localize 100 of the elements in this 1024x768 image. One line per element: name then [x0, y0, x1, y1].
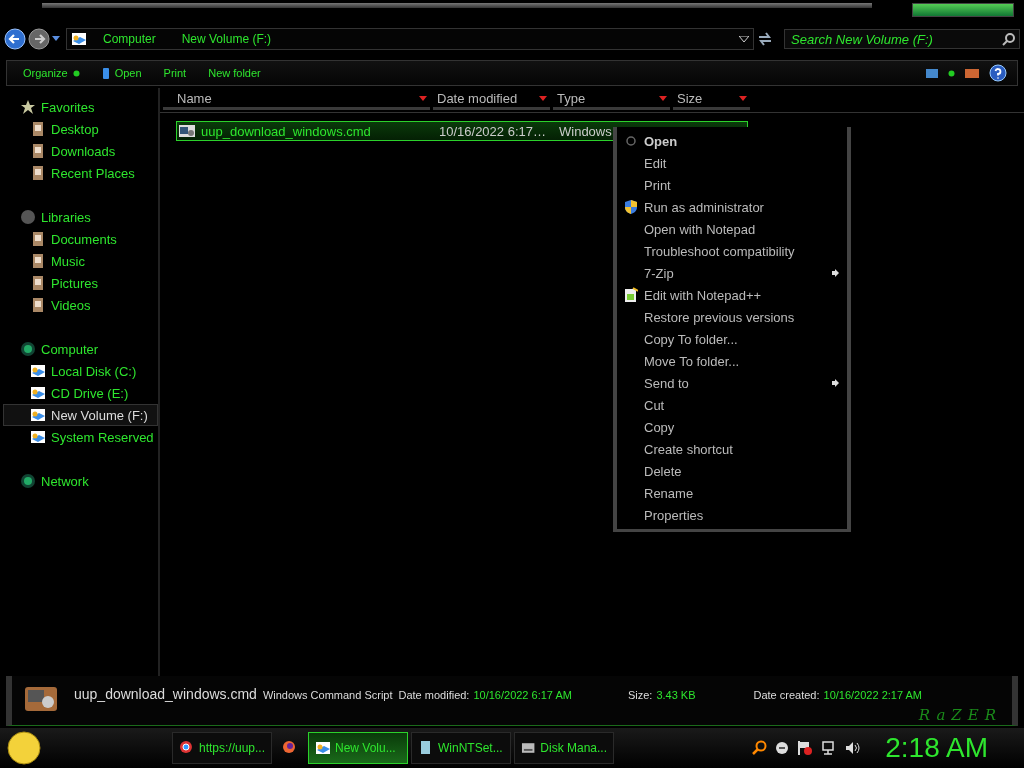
sidebar-header[interactable]: Computer	[0, 338, 158, 360]
toolbar-button[interactable]: New folder	[202, 65, 267, 81]
menu-item[interactable]: Create shortcut	[617, 438, 847, 460]
file-type: Windows Command Script	[262, 689, 393, 701]
date-cell-text: 10/16/2022 6:17…	[439, 123, 547, 139]
drive-icon	[30, 429, 46, 445]
folder-icon	[30, 253, 46, 269]
address-bar[interactable]: Computer New Volume (F:)	[66, 28, 754, 50]
sidebar-item[interactable]: System Reserved	[0, 426, 158, 448]
detail-value: 10/16/2022 6:17 AM	[473, 689, 572, 701]
menu-item[interactable]: Rename	[617, 482, 847, 504]
menu-item[interactable]: Delete	[617, 460, 847, 482]
menu-item[interactable]: Run as administrator	[617, 196, 847, 218]
menu-item[interactable]: Edit	[617, 152, 847, 174]
dropdown-icon[interactable]	[739, 35, 749, 43]
dot-icon[interactable]	[948, 69, 955, 77]
sidebar-item[interactable]: Music	[0, 250, 158, 272]
sidebar-item[interactable]: Videos	[0, 294, 158, 316]
column-header[interactable]: Date modified	[433, 90, 550, 110]
dot-icon	[72, 69, 80, 77]
detail-value: 10/16/2022 2:17 AM	[823, 689, 922, 701]
breadcrumb[interactable]: Computer	[93, 32, 166, 46]
search-icon[interactable]	[751, 740, 768, 756]
column-header[interactable]: Size	[673, 90, 750, 110]
sidebar-header[interactable]: Network	[0, 470, 158, 492]
folder-icon	[30, 275, 46, 291]
menu-item[interactable]: Send to	[617, 372, 847, 394]
folder-icon	[30, 143, 46, 159]
menu-item[interactable]: Restore previous versions	[617, 306, 847, 328]
drive-icon	[30, 363, 46, 379]
menu-item[interactable]: Copy	[617, 416, 847, 438]
sidebar-header[interactable]: Libraries	[0, 206, 158, 228]
sidebar-item[interactable]: Recent Places	[0, 162, 158, 184]
detail-value: 3.43 KB	[656, 689, 696, 701]
back-icon[interactable]	[4, 28, 26, 50]
start-orb-icon[interactable]	[6, 730, 42, 766]
brand-logo: RaZER	[918, 707, 1002, 724]
sidebar-item[interactable]: New Volume (F:)	[3, 404, 158, 426]
sidebar-item[interactable]: Desktop	[0, 118, 158, 140]
star-icon	[20, 99, 36, 115]
type-cell-text: Windows	[559, 123, 613, 139]
taskbar-button[interactable]: https://uup...	[172, 732, 272, 764]
file-icon	[101, 66, 110, 80]
breadcrumb[interactable]: New Volume (F:)	[171, 32, 282, 46]
sidebar-item[interactable]: Documents	[0, 228, 158, 250]
menu-item[interactable]: Troubleshoot compatibility	[617, 240, 847, 262]
taskbar-button[interactable]: Disk Mana...	[514, 732, 614, 764]
sidebar-item[interactable]: Pictures	[0, 272, 158, 294]
script-icon	[24, 684, 58, 714]
detail-label: Size:	[627, 689, 653, 701]
orb-icon	[20, 473, 36, 489]
detail-label: Date modified:	[398, 689, 470, 701]
orb-icon	[20, 341, 36, 357]
drive-icon	[30, 407, 46, 423]
menu-item[interactable]: Properties	[617, 504, 847, 526]
menu-item[interactable]: Edit with Notepad++	[617, 284, 847, 306]
flag-icon[interactable]	[797, 740, 814, 756]
menu-item[interactable]: Move To folder...	[617, 350, 847, 372]
dropdown-icon[interactable]	[52, 36, 60, 42]
sort-arrow-icon[interactable]	[539, 96, 547, 101]
menu-item[interactable]: Print	[617, 174, 847, 196]
sidebar-header[interactable]: Favorites	[0, 96, 158, 118]
search-field[interactable]: Search New Volume (F:)	[784, 29, 1020, 49]
view-icon[interactable]	[926, 68, 938, 78]
sort-arrow-icon[interactable]	[739, 96, 747, 101]
menu-item[interactable]: 7-Zip	[617, 262, 847, 284]
search-icon[interactable]	[1002, 32, 1016, 46]
drive-icon	[71, 31, 87, 47]
folder-icon	[30, 165, 46, 181]
refresh-icon[interactable]	[756, 30, 774, 48]
sidebar-item[interactable]: CD Drive (E:)	[0, 382, 158, 404]
column-header[interactable]: Type	[553, 90, 670, 110]
menu-item[interactable]: Cut	[617, 394, 847, 416]
volume-icon[interactable]	[845, 740, 862, 756]
notepad-icon	[623, 287, 638, 303]
taskbar-button[interactable]: WinNTSet...	[411, 732, 511, 764]
file-name: uup_download_windows.cmd	[201, 123, 371, 139]
browser-icon	[179, 740, 195, 756]
drive-icon	[315, 740, 331, 756]
toolbar-button[interactable]: Print	[157, 65, 193, 81]
window-controls[interactable]	[912, 3, 1014, 17]
sort-arrow-icon[interactable]	[659, 96, 667, 101]
column-header[interactable]: Name	[163, 90, 430, 110]
forward-icon[interactable]	[28, 28, 50, 50]
help-icon[interactable]	[989, 64, 1007, 82]
pane-icon[interactable]	[965, 68, 979, 78]
script-icon	[179, 124, 195, 138]
status-icon[interactable]	[775, 741, 790, 755]
sidebar-item[interactable]: Downloads	[0, 140, 158, 162]
submenu-arrow-icon	[832, 379, 839, 387]
sidebar-item[interactable]: Local Disk (C:)	[0, 360, 158, 382]
clock[interactable]: 2:18 AM	[885, 732, 988, 764]
menu-item[interactable]: Open with Notepad	[617, 218, 847, 240]
menu-item[interactable]: Copy To folder...	[617, 328, 847, 350]
file-name: uup_download_windows.cmd	[74, 686, 257, 702]
sort-arrow-icon[interactable]	[419, 96, 427, 101]
toolbar-button[interactable]: Open	[95, 64, 148, 82]
taskbar-button[interactable]: New Volu...	[308, 732, 408, 764]
folder-icon	[30, 231, 46, 247]
toolbar-button[interactable]: Organize	[17, 65, 86, 81]
